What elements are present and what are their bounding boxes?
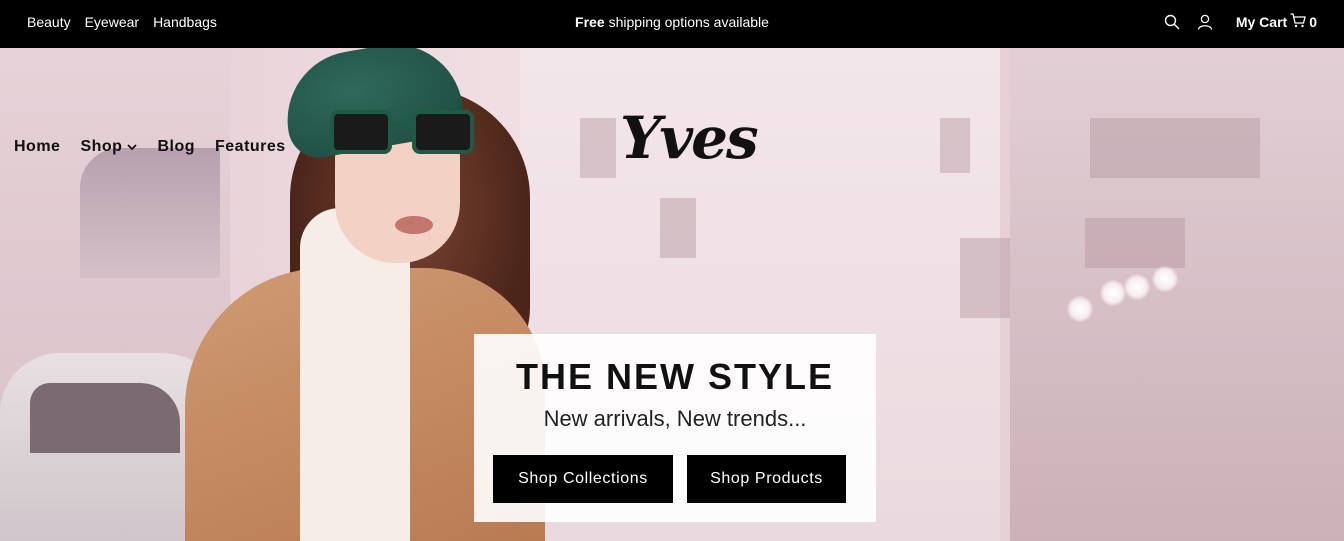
hero-buttons: Shop Collections Shop Products <box>493 455 846 503</box>
nav-item-label: Shop <box>80 138 123 155</box>
hero-title: THE NEW STYLE <box>515 356 834 397</box>
background-lamp <box>1124 274 1150 300</box>
hero-subtitle: New arrivals, New trends... <box>543 406 807 431</box>
announcement-bar: Beauty Eyewear Handbags Free shipping op… <box>0 0 1344 48</box>
header-actions: My Cart 0 <box>1163 0 1317 44</box>
nav-item-home[interactable]: Home <box>14 138 60 156</box>
model-lips <box>395 216 433 234</box>
background-window <box>580 118 616 178</box>
shop-products-button[interactable]: Shop Products <box>687 455 846 503</box>
background-window <box>660 198 696 258</box>
background-lamp <box>1067 296 1093 322</box>
nav-item-label: Home <box>14 138 61 155</box>
shop-collections-button[interactable]: Shop Collections <box>493 455 673 503</box>
announcement-rest: shipping options available <box>608 14 769 30</box>
cart-count: 0 <box>1309 14 1317 30</box>
background-balcony <box>1090 118 1260 178</box>
main-nav: Home Shop Blog Features <box>14 138 286 156</box>
cart-icon <box>1290 13 1307 31</box>
background-lamp <box>1100 280 1126 306</box>
announcement-bold: Free <box>575 14 605 30</box>
background-window <box>940 118 970 173</box>
search-icon[interactable] <box>1163 13 1181 31</box>
nav-item-features[interactable]: Features <box>215 138 286 156</box>
nav-item-label: Blog <box>157 138 195 155</box>
announcement-text: Free shipping options available <box>0 0 1344 44</box>
background-lamp <box>1152 266 1178 292</box>
chevron-down-icon <box>127 138 138 156</box>
hero-cta-box: THE NEW STYLE New arrivals, New trends..… <box>474 334 876 522</box>
model-sunglasses <box>330 110 480 156</box>
user-icon[interactable] <box>1196 13 1214 31</box>
nav-item-blog[interactable]: Blog <box>157 138 195 156</box>
cart-button[interactable]: My Cart 0 <box>1236 13 1317 31</box>
background-awning <box>80 148 220 278</box>
nav-item-label: Features <box>215 138 286 155</box>
background-sign <box>1085 218 1185 268</box>
site-logo[interactable]: Yves <box>620 104 759 172</box>
nav-item-shop[interactable]: Shop <box>80 138 138 156</box>
cart-label: My Cart <box>1235 14 1288 30</box>
